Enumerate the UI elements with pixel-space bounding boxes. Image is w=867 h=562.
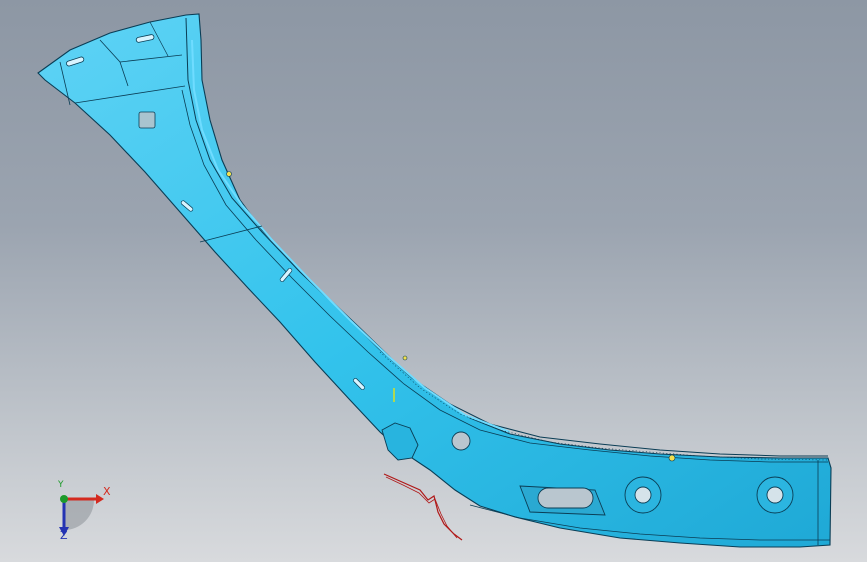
oblong-hole — [537, 487, 594, 509]
section-curve-shadow — [385, 476, 458, 539]
x-axis-label: X — [103, 485, 111, 498]
mount-boss-1-inner — [634, 486, 652, 504]
y-axis-label: Y — [58, 480, 64, 490]
graphics-viewport[interactable]: X Y Z — [0, 0, 867, 562]
square-hole — [138, 111, 156, 129]
small-pin-mid — [402, 355, 408, 361]
model-part-render[interactable] — [0, 0, 867, 562]
y-axis-dot — [60, 495, 68, 503]
z-axis-label: Z — [60, 529, 68, 542]
flange-strip — [185, 17, 828, 457]
coordinate-triad — [59, 494, 104, 536]
round-hole — [451, 431, 471, 451]
small-pin-upper — [226, 171, 232, 177]
small-pin-right — [668, 454, 676, 462]
pillar-body[interactable] — [37, 13, 832, 548]
mount-boss-2-inner — [766, 486, 784, 504]
triad-shadow-arc — [64, 500, 94, 530]
